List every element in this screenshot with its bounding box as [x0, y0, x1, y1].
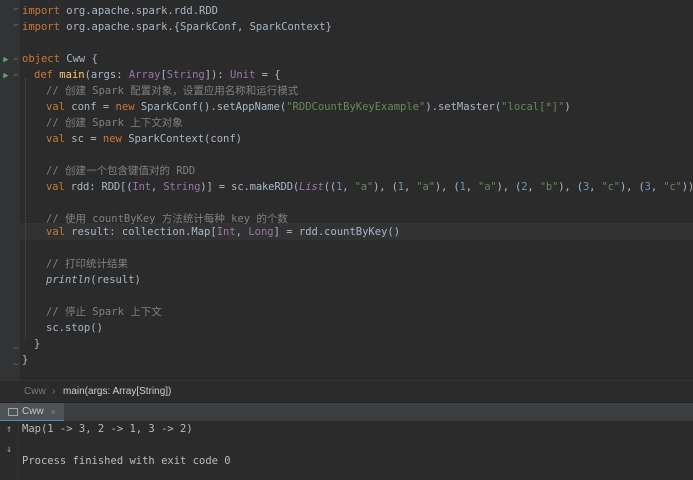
indent-guide — [25, 78, 27, 340]
tab-label: Cww — [22, 406, 44, 417]
fold-icon[interactable]: ⌐ — [12, 55, 20, 65]
arrow-down-icon[interactable]: ↓ — [3, 444, 15, 456]
run-icon[interactable]: ▶ — [0, 54, 12, 66]
code-line: } — [22, 354, 29, 366]
tab-run-cww[interactable]: Cww × — [0, 403, 64, 422]
arrow-up-icon[interactable]: ↑ — [3, 424, 15, 436]
fold-icon[interactable]: ⌐ — [12, 21, 20, 31]
code-line: val rdd: RDD[(Int, String)] = sc.makeRDD… — [46, 181, 693, 193]
console-toolbar: ↑ ↓ — [0, 421, 19, 480]
code-line: println(result) — [46, 274, 141, 286]
code-line: import org.apache.spark.{SparkConf, Spar… — [22, 21, 332, 33]
close-icon[interactable]: × — [51, 407, 56, 417]
code-line: } — [34, 338, 41, 350]
run-tool-window-header: Cww × — [0, 402, 693, 422]
breadcrumb: Cww › main(args: Array[String]) — [0, 380, 693, 403]
code-comment: // 创建一个包含键值对的 RDD — [46, 165, 196, 177]
code-line: def main(args: Array[String]): Unit = { — [34, 69, 281, 81]
code-comment: // 创建 Spark 配置对象，设置应用名称和运行模式 — [46, 85, 299, 97]
code-comment: // 停止 Spark 上下文 — [46, 306, 162, 318]
breadcrumb-item-method[interactable]: main(args: Array[String]) — [63, 381, 171, 403]
code-line: import org.apache.spark.rdd.RDD — [22, 5, 218, 17]
breadcrumb-item-object[interactable]: Cww — [24, 381, 46, 403]
console-icon — [8, 407, 18, 416]
fold-icon[interactable]: ⌐ — [12, 5, 20, 15]
fold-icon[interactable]: ⌙ — [12, 359, 20, 369]
code-editor[interactable]: ▶ ▶ ⌐ ⌐ ⌐ ⌐ ⌙ ⌙ import org.apache.spark.… — [0, 0, 693, 380]
code-line: sc.stop() — [46, 322, 103, 334]
run-icon[interactable]: ▶ — [0, 70, 12, 82]
code-line-current: val result: collection.Map[Int, Long] = … — [46, 226, 401, 238]
code-line: val sc = new SparkContext(conf) — [46, 133, 242, 145]
code-comment: // 打印统计结果 — [46, 258, 128, 270]
code-comment: // 创建 Spark 上下文对象 — [46, 117, 183, 129]
console-line: Process finished with exit code 0 — [22, 455, 231, 467]
console-line: Map(1 -> 3, 2 -> 1, 3 -> 2) — [22, 423, 193, 435]
breadcrumb-separator: › — [52, 386, 56, 397]
code-line: object Cww { — [22, 53, 98, 65]
console-output[interactable]: ↑ ↓ Map(1 -> 3, 2 -> 1, 3 -> 2) Process … — [0, 421, 693, 480]
fold-icon[interactable]: ⌐ — [12, 71, 20, 81]
fold-icon[interactable]: ⌙ — [12, 343, 20, 353]
code-line: val conf = new SparkConf().setAppName("R… — [46, 101, 571, 113]
